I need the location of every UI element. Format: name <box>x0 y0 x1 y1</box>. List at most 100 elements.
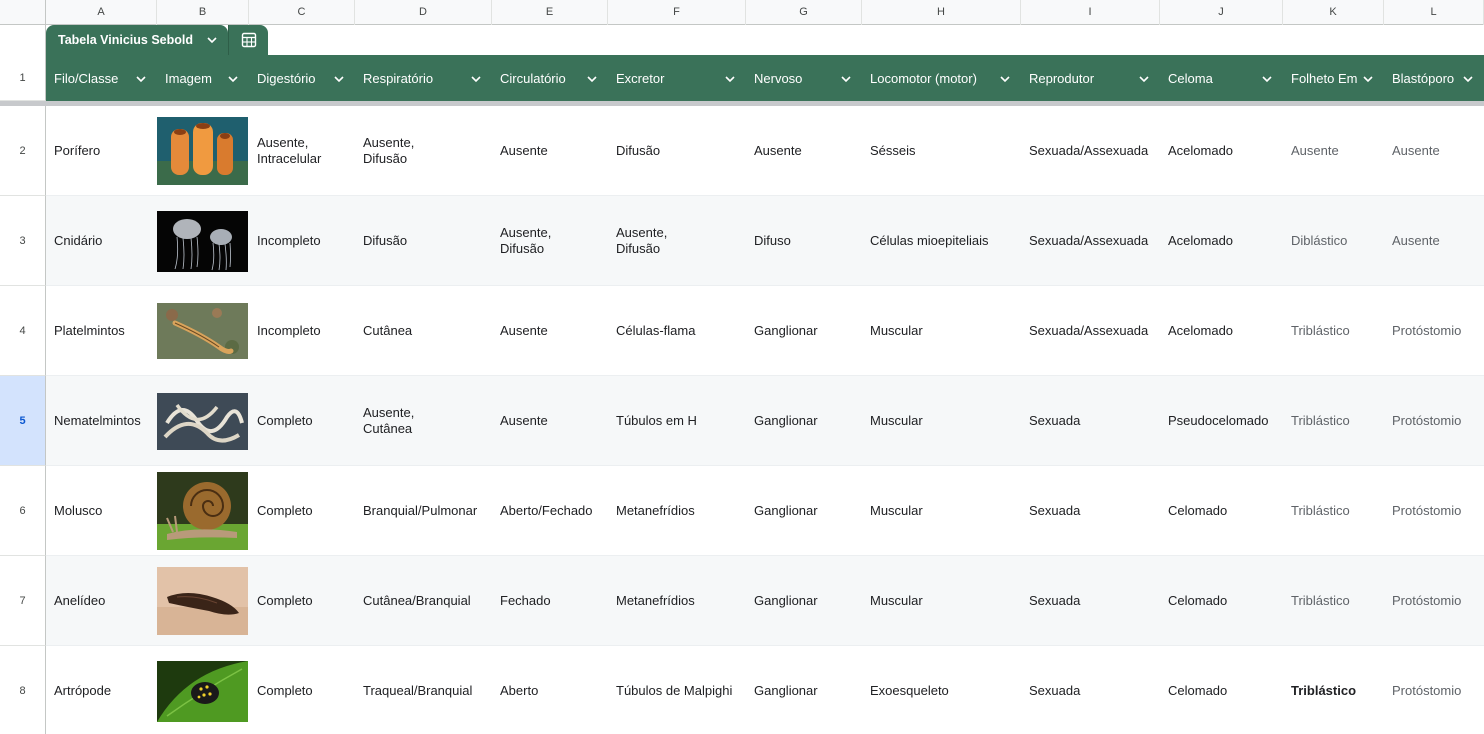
header-digestorio[interactable]: Digestório <box>249 55 355 101</box>
row-number-5[interactable]: 5 <box>0 376 46 466</box>
cell-reprodutor[interactable]: Sexuada/Assexuada <box>1021 286 1160 375</box>
cell-filo[interactable]: Anelídeo <box>46 556 157 645</box>
cell-excretor[interactable]: Metanefrídios <box>608 556 746 645</box>
cell-nervoso[interactable]: Ausente <box>746 106 862 195</box>
row-number-6[interactable]: 6 <box>0 466 46 556</box>
cell-respiratorio[interactable]: Cutânea <box>355 286 492 375</box>
cell-respiratorio[interactable]: Traqueal/Branquial <box>355 646 492 734</box>
cell-circulatorio[interactable]: Ausente, Difusão <box>492 196 608 285</box>
column-letter-f[interactable]: F <box>608 0 746 25</box>
cell-excretor[interactable]: Túbulos de Malpighi <box>608 646 746 734</box>
cell-celoma[interactable]: Acelomado <box>1160 196 1283 285</box>
table-view-button[interactable] <box>228 25 268 55</box>
cell-excretor[interactable]: Metanefrídios <box>608 466 746 555</box>
cell-digestorio[interactable]: Incompleto <box>249 286 355 375</box>
cell-reprodutor[interactable]: Sexuada <box>1021 376 1160 465</box>
cell-blastoporo[interactable]: Protóstomio <box>1384 556 1484 645</box>
cell-blastoporo[interactable]: Protóstomio <box>1384 646 1484 734</box>
cell-folheto[interactable]: Diblástico <box>1283 196 1384 285</box>
cell-excretor[interactable]: Ausente, Difusão <box>608 196 746 285</box>
chevron-down-icon[interactable] <box>1261 73 1273 85</box>
cell-folheto[interactable]: Triblástico <box>1283 646 1384 734</box>
column-letter-g[interactable]: G <box>746 0 862 25</box>
cell-excretor[interactable]: Túbulos em H <box>608 376 746 465</box>
cell-folheto[interactable]: Ausente <box>1283 106 1384 195</box>
cell-digestorio[interactable]: Completo <box>249 646 355 734</box>
cell-celoma[interactable]: Celomado <box>1160 466 1283 555</box>
cell-folheto[interactable]: Triblástico <box>1283 556 1384 645</box>
row-number-1[interactable]: 1 <box>0 55 46 101</box>
cell-blastoporo[interactable]: Protóstomio <box>1384 466 1484 555</box>
chevron-down-icon[interactable] <box>840 73 852 85</box>
cell-folheto[interactable]: Triblástico <box>1283 286 1384 375</box>
header-image[interactable]: Imagem <box>157 55 249 101</box>
chevron-down-icon[interactable] <box>333 73 345 85</box>
column-letter-a[interactable]: A <box>46 0 157 25</box>
cell-celoma[interactable]: Acelomado <box>1160 286 1283 375</box>
chevron-down-icon[interactable] <box>586 73 598 85</box>
header-circulatorio[interactable]: Circulatório <box>492 55 608 101</box>
cell-nervoso[interactable]: Ganglionar <box>746 286 862 375</box>
cell-respiratorio[interactable]: Cutânea/Branquial <box>355 556 492 645</box>
cell-circulatorio[interactable]: Ausente <box>492 286 608 375</box>
cell-digestorio[interactable]: Completo <box>249 376 355 465</box>
cell-locomotor[interactable]: Muscular <box>862 286 1021 375</box>
cell-circulatorio[interactable]: Aberto <box>492 646 608 734</box>
cell-nervoso[interactable]: Ganglionar <box>746 646 862 734</box>
cell-locomotor[interactable]: Muscular <box>862 466 1021 555</box>
chevron-down-icon[interactable] <box>1138 73 1150 85</box>
cell-locomotor[interactable]: Muscular <box>862 556 1021 645</box>
header-excretor[interactable]: Excretor <box>608 55 746 101</box>
cell-filo[interactable]: Porífero <box>46 106 157 195</box>
cell-filo[interactable]: Platelmintos <box>46 286 157 375</box>
column-letter-l[interactable]: L <box>1384 0 1484 25</box>
chevron-down-icon[interactable] <box>206 34 218 46</box>
column-letter-k[interactable]: K <box>1283 0 1384 25</box>
row-number-2[interactable]: 2 <box>0 106 46 196</box>
header-folheto[interactable]: Folheto Em <box>1283 55 1384 101</box>
header-nervoso[interactable]: Nervoso <box>746 55 862 101</box>
row-number-8[interactable]: 8 <box>0 646 46 734</box>
cell-nervoso[interactable]: Ganglionar <box>746 466 862 555</box>
cell-blastoporo[interactable]: Ausente <box>1384 196 1484 285</box>
cell-reprodutor[interactable]: Sexuada/Assexuada <box>1021 106 1160 195</box>
cell-reprodutor[interactable]: Sexuada <box>1021 556 1160 645</box>
cell-celoma[interactable]: Celomado <box>1160 556 1283 645</box>
cell-celoma[interactable]: Acelomado <box>1160 106 1283 195</box>
cell-digestorio[interactable]: Incompleto <box>249 196 355 285</box>
cell-locomotor[interactable]: Exoesqueleto <box>862 646 1021 734</box>
cell-reprodutor[interactable]: Sexuada <box>1021 466 1160 555</box>
cell-locomotor[interactable]: Muscular <box>862 376 1021 465</box>
row-number-4[interactable]: 4 <box>0 286 46 376</box>
cell-filo[interactable]: Cnidário <box>46 196 157 285</box>
cell-digestorio[interactable]: Ausente, Intracelular <box>249 106 355 195</box>
header-reprodutor[interactable]: Reprodutor <box>1021 55 1160 101</box>
chevron-down-icon[interactable] <box>1362 73 1374 85</box>
cell-filo[interactable]: Molusco <box>46 466 157 555</box>
cell-blastoporo[interactable]: Protóstomio <box>1384 376 1484 465</box>
column-letter-h[interactable]: H <box>862 0 1021 25</box>
cell-nervoso[interactable]: Ganglionar <box>746 376 862 465</box>
cell-blastoporo[interactable]: Protóstomio <box>1384 286 1484 375</box>
cell-respiratorio[interactable]: Ausente, Cutânea <box>355 376 492 465</box>
cell-celoma[interactable]: Pseudocelomado <box>1160 376 1283 465</box>
chevron-down-icon[interactable] <box>227 73 239 85</box>
header-locomotor[interactable]: Locomotor (motor) <box>862 55 1021 101</box>
cell-circulatorio[interactable]: Ausente <box>492 376 608 465</box>
cell-nervoso[interactable]: Difuso <box>746 196 862 285</box>
column-letter-d[interactable]: D <box>355 0 492 25</box>
cell-excretor[interactable]: Difusão <box>608 106 746 195</box>
cell-filo[interactable]: Artrópode <box>46 646 157 734</box>
cell-reprodutor[interactable]: Sexuada <box>1021 646 1160 734</box>
chevron-down-icon[interactable] <box>999 73 1011 85</box>
header-filo[interactable]: Filo/Classe <box>46 55 157 101</box>
row-number-7[interactable]: 7 <box>0 556 46 646</box>
column-letter-c[interactable]: C <box>249 0 355 25</box>
chevron-down-icon[interactable] <box>724 73 736 85</box>
header-blastoporo[interactable]: Blastóporo <box>1384 55 1484 101</box>
select-all-corner[interactable] <box>0 0 46 25</box>
row-number-3[interactable]: 3 <box>0 196 46 286</box>
cell-reprodutor[interactable]: Sexuada/Assexuada <box>1021 196 1160 285</box>
table-name-chip[interactable]: Tabela Vinicius Sebold <box>46 25 228 55</box>
cell-respiratorio[interactable]: Branquial/Pulmonar <box>355 466 492 555</box>
